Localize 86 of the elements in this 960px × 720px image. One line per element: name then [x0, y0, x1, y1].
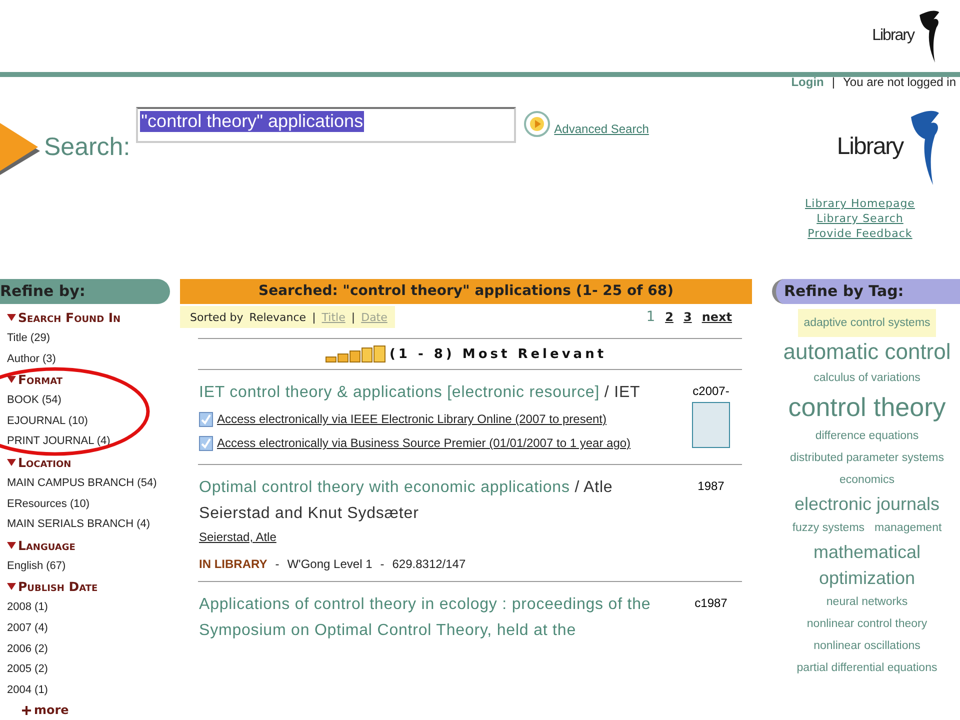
- facet-item[interactable]: PRINT JOURNAL (4): [0, 431, 170, 452]
- facet-item[interactable]: BOOK (54): [0, 390, 170, 411]
- tag-link[interactable]: difference equations: [815, 425, 919, 447]
- tag-link[interactable]: management: [874, 517, 942, 539]
- facet-item[interactable]: 2004 (1): [0, 680, 170, 700]
- author-link[interactable]: Seierstad, Atle: [199, 527, 678, 547]
- nav-link[interactable]: Library Homepage: [805, 196, 915, 211]
- more-link[interactable]: more: [0, 700, 170, 720]
- plus-icon: [22, 706, 31, 715]
- facet-item[interactable]: Author (3): [0, 348, 170, 370]
- login-link[interactable]: Login: [791, 77, 824, 91]
- separator: |: [351, 310, 356, 324]
- facet-item[interactable]: Title (29): [0, 328, 170, 349]
- facet-item[interactable]: MAIN CAMPUS BRANCH (54): [0, 472, 170, 494]
- tag-link[interactable]: adaptive control systems: [798, 309, 936, 337]
- logo-text: Library: [872, 27, 914, 45]
- refine-by-header: Refine by:: [0, 279, 170, 304]
- separator: -: [380, 557, 384, 571]
- tag-link[interactable]: fuzzy systems: [792, 517, 865, 539]
- separator: |: [312, 310, 316, 324]
- tag-link[interactable]: mathematical optimization: [781, 539, 953, 591]
- results-heading: Searched: "control theory" applications (1- 25 of 68): [180, 279, 752, 304]
- triangle-down-icon: [7, 314, 16, 321]
- facet-heading[interactable]: Search Found In: [0, 307, 170, 328]
- facet-item[interactable]: EResources (10): [0, 494, 170, 514]
- tag-link[interactable]: automatic control: [783, 337, 951, 367]
- triangle-down-icon: [7, 376, 16, 384]
- relevance-label: (1 - 8) Most Relevant: [389, 346, 607, 362]
- title-link[interactable]: Optimal control theory with economic applications: [199, 479, 570, 496]
- separator: |: [832, 77, 835, 91]
- facet-heading[interactable]: Language: [0, 534, 170, 556]
- facet-heading[interactable]: Location: [0, 452, 170, 473]
- sort-option[interactable]: Relevance: [249, 310, 306, 324]
- call-number: 629.8312/147: [392, 557, 466, 571]
- facet-item[interactable]: EJOURNAL (10): [0, 410, 170, 432]
- page-link[interactable]: 2: [665, 310, 674, 324]
- checkbox-icon[interactable]: [199, 436, 213, 451]
- logo-text: Library: [836, 132, 904, 160]
- availability-status: IN LIBRARY: [199, 557, 268, 571]
- tag-link[interactable]: economics: [840, 469, 894, 491]
- shelf-location: W'Gong Level 1: [287, 557, 372, 571]
- facet-item[interactable]: MAIN SERIALS BRANCH (4): [0, 514, 170, 535]
- tag-link[interactable]: distributed parameter systems: [790, 447, 944, 469]
- triangle-down-icon: [7, 542, 16, 549]
- tag-link[interactable]: calculus of variations: [814, 367, 920, 389]
- title-link[interactable]: Applications of control theory in ecology : proceedings of the Symposium on Optimal Control Theory, held at the: [199, 592, 678, 644]
- nav-link[interactable]: Provide Feedback: [808, 226, 912, 241]
- play-icon: [530, 117, 544, 131]
- result-title: IET control theory & applications [electronic resource] / IET: [199, 383, 642, 403]
- tag-link[interactable]: electronic journals: [794, 491, 940, 517]
- facet-item[interactable]: 2006 (2): [0, 638, 170, 660]
- page-link[interactable]: 3: [683, 310, 692, 324]
- search-label: Search:: [44, 133, 130, 162]
- page-link[interactable]: 1: [646, 309, 656, 325]
- access-link[interactable]: Access electronically via Business Source Premier (01/01/2007 to 1 year ago): [217, 432, 631, 454]
- facet-item[interactable]: 2008 (1): [0, 597, 170, 618]
- login-status: You are not logged in: [843, 77, 956, 91]
- next-link[interactable]: next: [702, 310, 732, 324]
- title-link[interactable]: IET control theory & applications [electronic resource]: [199, 384, 600, 401]
- facet-item[interactable]: English (67): [0, 556, 170, 576]
- advanced-search-link[interactable]: Advanced Search: [554, 122, 649, 136]
- facet-item[interactable]: 2005 (2): [0, 659, 170, 680]
- publication-date: c1987: [694, 596, 728, 610]
- tag-link[interactable]: nonlinear control theory: [806, 613, 928, 635]
- search-field[interactable]: "control theory" applications: [136, 107, 516, 143]
- tag-link[interactable]: neural networks: [826, 591, 908, 613]
- search-go-button[interactable]: [524, 111, 550, 137]
- tag-link[interactable]: control theory: [788, 389, 946, 425]
- publication-date: c2007-: [692, 384, 730, 398]
- tag-link[interactable]: nonlinear oscillations: [814, 635, 920, 657]
- sort-label: Sorted by: [190, 310, 244, 324]
- facet-heading[interactable]: Publish Date: [0, 576, 170, 598]
- arrow-icon: [0, 121, 40, 177]
- result-title: Optimal control theory with economic applications / Atle Seierstad and Knut Sydsæter: [199, 478, 614, 524]
- tag-link[interactable]: partial differential equations: [796, 657, 938, 679]
- relevance-bars-icon: [325, 345, 388, 363]
- facet-heading[interactable]: Format: [0, 369, 170, 390]
- nav-link[interactable]: Library Search: [816, 211, 904, 226]
- checkbox-icon[interactable]: [199, 412, 213, 427]
- facet-item[interactable]: 2007 (4): [0, 618, 170, 639]
- triangle-down-icon: [7, 458, 16, 466]
- access-link[interactable]: Access electronically via IEEE Electronic Library Online (2007 to present): [217, 408, 607, 430]
- triangle-down-icon: [7, 583, 16, 590]
- publication-date: 1987: [698, 479, 724, 493]
- refine-by-tag-header: Refine by Tag:: [772, 279, 960, 304]
- separator: -: [275, 557, 280, 571]
